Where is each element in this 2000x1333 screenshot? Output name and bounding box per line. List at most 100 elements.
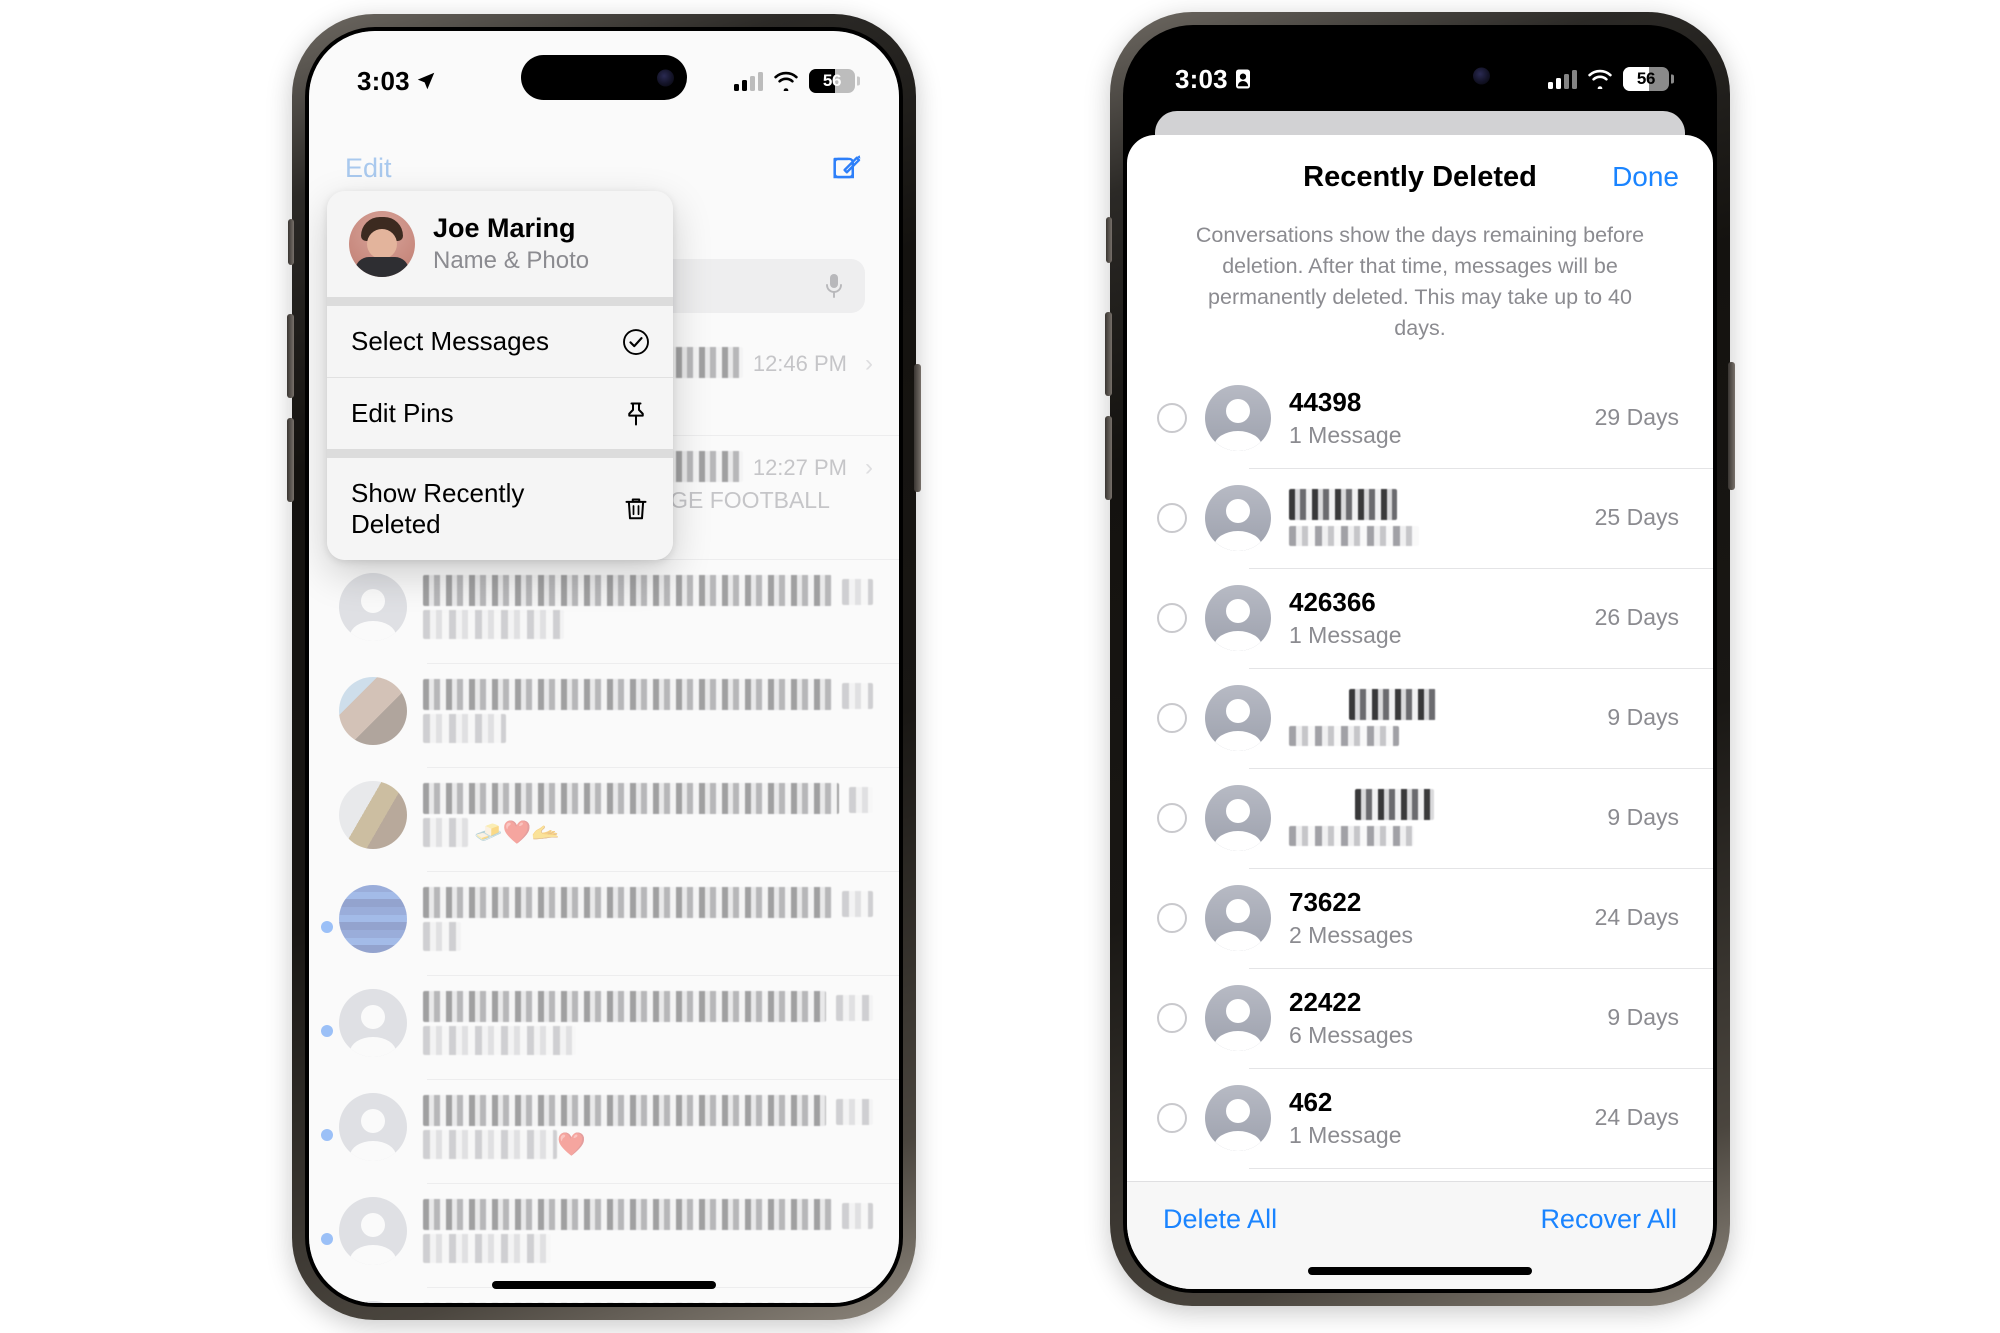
delete-all-button[interactable]: Delete All <box>1163 1204 1277 1235</box>
conversation-name <box>1349 689 1436 721</box>
select-radio[interactable] <box>1157 1002 1187 1033</box>
deleted-row[interactable]: 462 1 Message 24 Days <box>1127 1067 1713 1168</box>
home-indicator[interactable] <box>492 1281 716 1289</box>
conversation-body: ❤️ <box>423 1093 873 1160</box>
power-button[interactable] <box>914 364 921 492</box>
menu-item-show-recently-deleted[interactable]: Show Recently Deleted <box>327 458 673 560</box>
avatar <box>1205 784 1271 851</box>
row-texts <box>1289 689 1589 747</box>
conversation-header <box>423 886 873 918</box>
conversation-row[interactable]: ❤️ <box>309 1078 899 1183</box>
conversation-name <box>1355 789 1435 821</box>
select-radio[interactable] <box>1157 502 1187 533</box>
context-menu[interactable]: Joe Maring Name & Photo Select Messages … <box>327 191 673 560</box>
home-indicator[interactable] <box>1308 1267 1532 1275</box>
volume-up-button[interactable] <box>287 314 294 398</box>
conversation-preview <box>423 921 462 952</box>
conversation-time <box>836 1098 873 1125</box>
select-radio[interactable] <box>1157 702 1187 733</box>
select-radio[interactable] <box>1157 1102 1187 1133</box>
sheet-description: Conversations show the days remaining be… <box>1195 223 1645 340</box>
microphone-icon[interactable] <box>823 271 845 301</box>
deleted-row[interactable]: 44398 1 Message 29 Days <box>1127 368 1713 468</box>
deleted-row[interactable]: 22422 6 Messages 9 Days <box>1127 967 1713 1068</box>
select-radio[interactable] <box>1157 402 1187 433</box>
row-texts: 462 1 Message <box>1289 1087 1577 1149</box>
conversation-row[interactable] <box>309 1286 899 1303</box>
message-count: 1 Message <box>1289 421 1402 448</box>
days-remaining: 25 Days <box>1594 504 1679 531</box>
conversation-preview: ❤️ <box>423 1129 873 1160</box>
avatar <box>339 676 407 745</box>
avatar <box>1205 984 1271 1051</box>
conversation-name <box>423 782 839 814</box>
trash-icon <box>625 498 647 520</box>
volume-up-button[interactable] <box>1105 312 1112 396</box>
days-remaining: 29 Days <box>1594 404 1679 431</box>
conversation-name: 462 <box>1289 1086 1333 1117</box>
recently-deleted-sheet: Recently Deleted Done Conversations show… <box>1127 135 1713 1289</box>
message-count: 1 Message <box>1289 1121 1402 1148</box>
deleted-row[interactable]: 73622 2 Messages 24 Days <box>1127 867 1713 968</box>
message-count: 6 Messages <box>1289 1021 1414 1048</box>
battery-percent: 56 <box>822 71 842 90</box>
conversation-header <box>423 990 873 1022</box>
conversation-body <box>423 1197 873 1264</box>
message-count: 1 Message <box>1289 621 1402 648</box>
power-button[interactable] <box>1728 362 1735 490</box>
phone-left-bezel: 3:03 56 Edit 12:46 PM › 12:27 PM › FOOTB… <box>305 27 903 1307</box>
deleted-row[interactable]: 426366 1 Message 26 Days <box>1127 567 1713 668</box>
unread-badge <box>321 1232 333 1245</box>
deleted-row[interactable]: 9 Days <box>1127 667 1713 768</box>
conversation-row[interactable] <box>309 974 899 1079</box>
message-count <box>1289 526 1419 547</box>
select-radio[interactable] <box>1157 602 1187 633</box>
conversation-row[interactable] <box>309 558 899 663</box>
menu-divider <box>327 449 673 458</box>
pin-icon <box>628 402 644 425</box>
conversation-row[interactable] <box>309 870 899 975</box>
phone-right-bezel: 3:03 56 Recently Deleted Done Conversati… <box>1123 25 1717 1293</box>
deleted-row[interactable]: 25 Days <box>1127 467 1713 568</box>
silent-switch[interactable] <box>288 219 294 265</box>
days-remaining: 9 Days <box>1607 704 1679 731</box>
conversation-body: 🧈❤️🫴 <box>423 781 873 848</box>
conversation-preview <box>423 1233 551 1264</box>
edit-button[interactable]: Edit <box>345 153 392 184</box>
select-radio[interactable] <box>1157 802 1187 833</box>
conversation-name <box>423 1198 833 1230</box>
unread-badge <box>321 1024 333 1037</box>
conversation-preview: 🧈❤️🫴 <box>423 817 873 848</box>
conversation-row[interactable]: 🧈❤️🫴 <box>309 766 899 871</box>
avatar <box>349 211 415 277</box>
context-menu-profile[interactable]: Joe Maring Name & Photo <box>327 191 673 297</box>
conversation-row[interactable] <box>309 1182 899 1287</box>
select-radio[interactable] <box>1157 902 1187 933</box>
conversation-preview <box>423 1025 577 1056</box>
conversation-name: 426366 <box>1289 586 1376 617</box>
conversation-time <box>848 786 873 813</box>
menu-item-select-messages[interactable]: Select Messages <box>327 306 673 377</box>
silent-switch[interactable] <box>1106 217 1112 263</box>
conversation-body <box>423 677 873 744</box>
avatar <box>339 988 407 1057</box>
conversation-row[interactable] <box>309 662 899 767</box>
volume-down-button[interactable] <box>287 418 294 502</box>
recover-all-button[interactable]: Recover All <box>1540 1204 1677 1235</box>
status-bar-left-group: 3:03 <box>1175 64 1253 95</box>
compose-icon[interactable] <box>829 151 863 185</box>
battery-icon: 56 <box>1623 67 1669 91</box>
menu-item-edit-pins[interactable]: Edit Pins <box>327 377 673 449</box>
row-texts: 426366 1 Message <box>1289 587 1577 649</box>
days-remaining: 24 Days <box>1594 1104 1679 1131</box>
deleted-conversation-list[interactable]: 44398 1 Message 29 Days 25 Days 426366 1… <box>1127 368 1713 1268</box>
deleted-row[interactable]: 9 Days <box>1127 767 1713 868</box>
conversation-name <box>423 678 833 710</box>
avatar <box>339 1196 407 1265</box>
done-button[interactable]: Done <box>1612 161 1679 193</box>
conversation-name: 73622 <box>1289 886 1362 917</box>
volume-down-button[interactable] <box>1105 416 1112 500</box>
conversation-body <box>423 885 873 952</box>
message-count <box>1289 726 1399 747</box>
status-bar-right-group: 56 <box>1548 67 1669 91</box>
